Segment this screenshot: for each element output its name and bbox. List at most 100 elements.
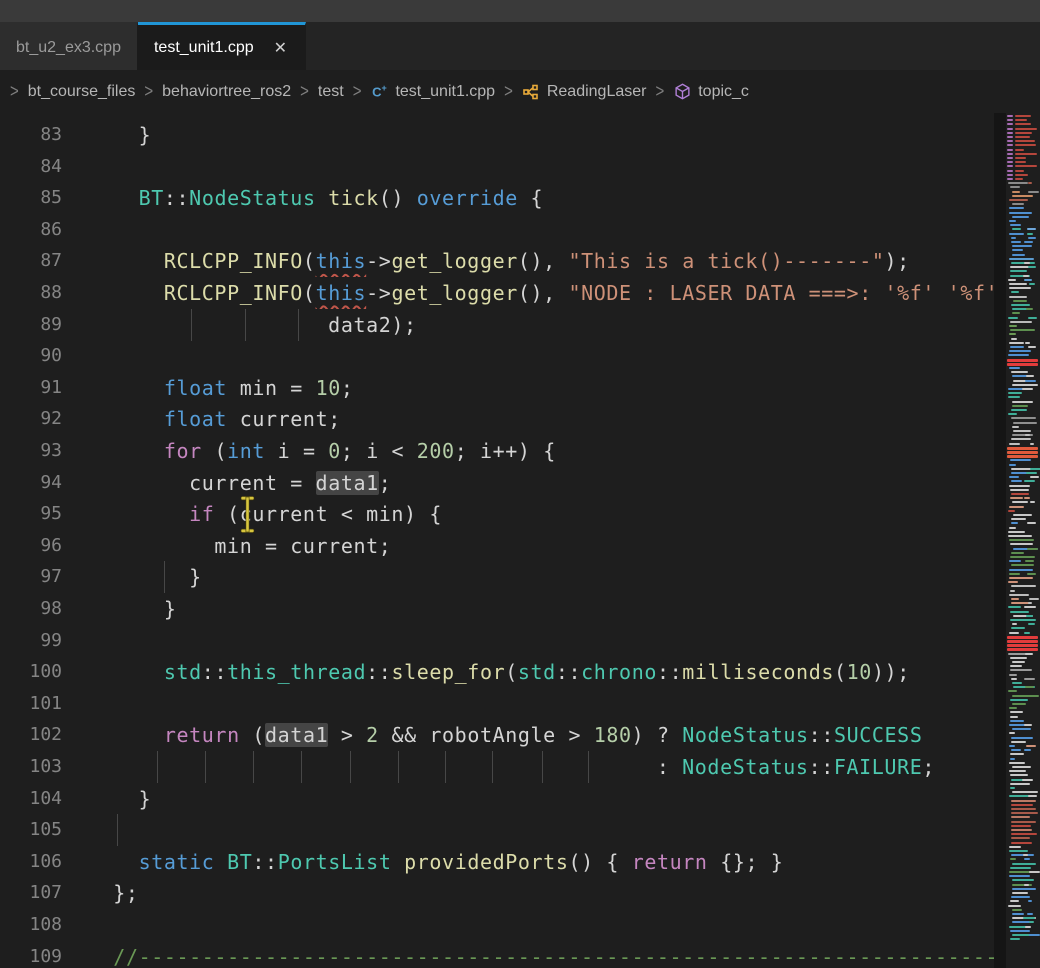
line-number[interactable]: 87 <box>0 245 62 277</box>
line-number[interactable]: 109 <box>0 941 62 968</box>
code-line-97: 97 } <box>0 561 1040 593</box>
minimap-line <box>1010 938 1020 940</box>
minimap-line <box>1009 846 1020 848</box>
breadcrumb-item-behaviortree_ros2[interactable]: behaviortree_ros2 <box>162 83 291 101</box>
code-text[interactable] <box>88 814 1040 846</box>
minimap-line <box>1023 329 1035 331</box>
line-number[interactable]: 103 <box>0 751 62 783</box>
minimap-line <box>1012 401 1033 403</box>
minimap-line <box>1012 892 1027 894</box>
tab-bt_u2_ex3-cpp[interactable]: bt_u2_ex3.cpp <box>0 22 138 70</box>
line-number[interactable]: 100 <box>0 656 62 688</box>
minimap-line <box>1024 262 1030 264</box>
code-text[interactable]: std::this_thread::sleep_for(std::chrono:… <box>88 656 1040 688</box>
code-editor[interactable]: 82 ");83 }8485 BT::NodeStatus tick() ove… <box>0 113 1040 968</box>
line-number[interactable]: 94 <box>0 467 62 499</box>
minimap-line <box>1009 485 1030 487</box>
code-text[interactable]: }; <box>88 877 1040 909</box>
code-text[interactable]: } <box>88 593 1040 625</box>
line-number[interactable]: 95 <box>0 498 62 530</box>
line-number[interactable]: 105 <box>0 814 62 846</box>
line-number[interactable]: 88 <box>0 277 62 309</box>
line-number[interactable]: 85 <box>0 182 62 214</box>
line-number[interactable]: 102 <box>0 719 62 751</box>
breadcrumb-label: behaviortree_ros2 <box>162 83 291 101</box>
minimap-line <box>1011 480 1022 482</box>
line-number[interactable]: 92 <box>0 403 62 435</box>
line-number[interactable]: 84 <box>0 151 62 183</box>
breadcrumb-label: bt_course_files <box>28 83 136 101</box>
code-text[interactable]: BT::NodeStatus tick() override { <box>88 182 1040 214</box>
breadcrumb: >bt_course_files>behaviortree_ros2>test>… <box>0 70 1040 113</box>
minimap-line <box>1007 640 1038 643</box>
code-text[interactable] <box>88 688 1040 720</box>
code-text[interactable] <box>88 214 1040 246</box>
minimap-line <box>1024 480 1036 482</box>
code-text[interactable]: } <box>88 783 1040 815</box>
minimap-line <box>1026 384 1030 386</box>
code-text[interactable]: return (data1 > 2 && robotAngle > 180) ?… <box>88 719 1040 751</box>
code-text[interactable]: current = data1; <box>88 467 1040 499</box>
code-text[interactable]: for (int i = 0; i < 200; i++) { <box>88 435 1040 467</box>
minimap[interactable] <box>1006 113 1040 968</box>
line-number[interactable]: 83 <box>0 119 62 151</box>
line-number[interactable]: 93 <box>0 435 62 467</box>
code-text[interactable]: float min = 10; <box>88 372 1040 404</box>
line-number[interactable]: 91 <box>0 372 62 404</box>
minimap-line <box>1029 921 1035 923</box>
line-number[interactable]: 89 <box>0 309 62 341</box>
line-number[interactable]: 98 <box>0 593 62 625</box>
minimap-line <box>1028 795 1037 797</box>
code-line-108: 108 <box>0 909 1040 941</box>
line-number[interactable]: 107 <box>0 877 62 909</box>
tab-test_unit1-cpp[interactable]: test_unit1.cpp✕ <box>138 22 306 70</box>
line-number[interactable]: 99 <box>0 625 62 657</box>
breadcrumb-item-ReadingLaser[interactable]: ReadingLaser <box>522 83 647 101</box>
code-line-83: 83 } <box>0 119 1040 151</box>
minimap-line <box>1010 774 1028 776</box>
minimap-line <box>1029 283 1035 285</box>
minimap-line <box>1010 270 1027 272</box>
line-number[interactable]: 101 <box>0 688 62 720</box>
minimap-line <box>1028 317 1037 319</box>
minimap-line <box>1024 606 1035 608</box>
code-text[interactable]: RCLCPP_INFO(this->get_logger(), "NODE : … <box>88 277 1040 309</box>
minimap-line <box>1009 674 1017 676</box>
breadcrumb-item-test_unit1-cpp[interactable]: C+test_unit1.cpp <box>370 83 495 101</box>
code-text[interactable]: } <box>88 119 1040 151</box>
code-text[interactable] <box>88 625 1040 657</box>
line-number[interactable]: 104 <box>0 783 62 815</box>
minimap-line <box>1009 875 1029 877</box>
minimap-line <box>1015 165 1037 167</box>
breadcrumb-item-test[interactable]: test <box>318 83 344 101</box>
tab-close-icon[interactable]: ✕ <box>272 38 289 58</box>
line-number[interactable]: 97 <box>0 561 62 593</box>
minimap-line <box>1024 858 1030 860</box>
breadcrumb-item-bt_course_files[interactable]: bt_course_files <box>28 83 136 101</box>
line-number[interactable]: 86 <box>0 214 62 246</box>
code-text[interactable] <box>88 151 1040 183</box>
code-text[interactable]: if (current < min) { <box>88 498 1040 530</box>
code-text[interactable]: data2); <box>88 309 1040 341</box>
scrollbar-gutter[interactable] <box>994 113 1006 968</box>
breadcrumb-item-topic_c[interactable]: topic_c <box>673 83 749 101</box>
line-number[interactable]: 108 <box>0 909 62 941</box>
minimap-line <box>1028 182 1033 184</box>
code-text[interactable]: min = current; <box>88 530 1040 562</box>
line-number[interactable]: 106 <box>0 846 62 878</box>
code-text[interactable]: float current; <box>88 403 1040 435</box>
minimap-line <box>1024 884 1029 886</box>
breadcrumb-chevron-icon: > <box>300 81 309 102</box>
minimap-line <box>1025 434 1029 436</box>
code-line-104: 104 } <box>0 783 1040 815</box>
code-text[interactable]: } <box>88 561 1040 593</box>
line-number[interactable]: 96 <box>0 530 62 562</box>
code-text[interactable]: //--------------------------------------… <box>88 941 1040 968</box>
code-text[interactable] <box>88 909 1040 941</box>
code-text[interactable] <box>88 340 1040 372</box>
code-text[interactable]: static BT::PortsList providedPorts() { r… <box>88 846 1040 878</box>
code-text[interactable]: : NodeStatus::FAILURE; <box>88 751 1040 783</box>
minimap-line <box>1012 426 1019 428</box>
code-text[interactable]: RCLCPP_INFO(this->get_logger(), "This is… <box>88 245 1040 277</box>
line-number[interactable]: 90 <box>0 340 62 372</box>
